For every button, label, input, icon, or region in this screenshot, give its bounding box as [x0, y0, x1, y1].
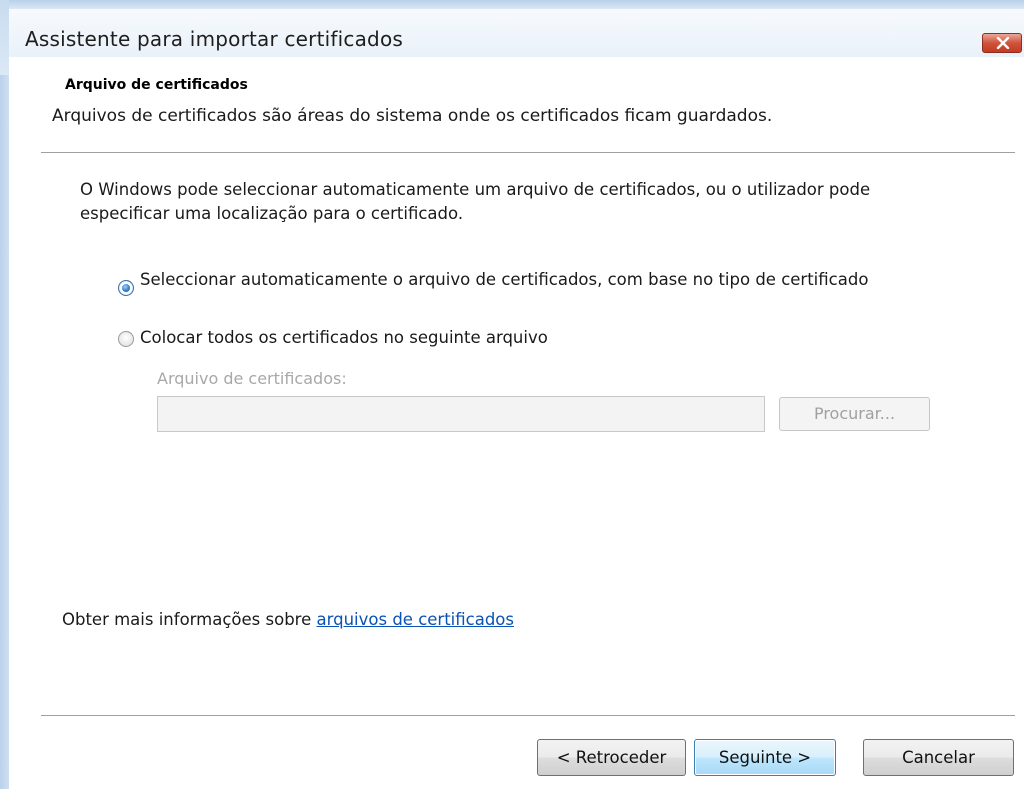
cancel-button[interactable]: Cancelar — [863, 739, 1014, 776]
radio-unselected-icon[interactable] — [118, 331, 134, 347]
window-left-border-glass — [0, 0, 9, 75]
browse-button[interactable]: Procurar... — [779, 397, 930, 431]
window-top-border — [0, 0, 1024, 9]
window-left-border — [0, 0, 9, 789]
certificate-import-wizard-window: Assistente para importar certificados Ar… — [0, 0, 1024, 789]
footer-divider — [41, 715, 1015, 717]
radio-selected-icon[interactable] — [118, 280, 134, 296]
option-place-in-store[interactable]: Colocar todos os certificados no seguint… — [118, 328, 548, 348]
back-button[interactable]: < Retroceder — [537, 739, 686, 776]
option-automatic-store[interactable]: Seleccionar automaticamente o arquivo de… — [118, 270, 918, 296]
close-icon — [996, 37, 1010, 49]
intro-text: O Windows pode seleccionar automaticamen… — [80, 180, 871, 223]
next-button[interactable]: Seguinte > — [694, 739, 836, 776]
header-divider — [41, 152, 1015, 154]
certificate-stores-link[interactable]: arquivos de certificados — [317, 610, 515, 629]
close-button[interactable] — [982, 33, 1022, 53]
window-title: Assistente para importar certificados — [25, 27, 404, 51]
certificate-store-field[interactable] — [157, 396, 765, 432]
certificate-store-label: Arquivo de certificados: — [157, 369, 347, 388]
page-title: Arquivo de certificados — [65, 77, 248, 93]
title-bar: Assistente para importar certificados — [9, 9, 1024, 57]
option-automatic-store-label[interactable]: Seleccionar automaticamente o arquivo de… — [140, 270, 868, 290]
page-description: Arquivos de certificados são áreas do si… — [52, 106, 773, 126]
more-info-text: Obter mais informações sobre arquivos de… — [62, 610, 514, 629]
option-place-in-store-label[interactable]: Colocar todos os certificados no seguint… — [140, 328, 548, 348]
more-info-prefix: Obter mais informações sobre — [62, 610, 317, 629]
